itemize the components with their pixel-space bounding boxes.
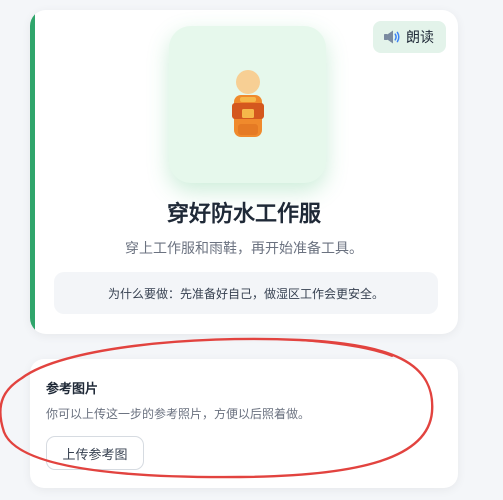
speaker-icon	[384, 30, 400, 44]
why-explanation: 为什么要做：先准备好自己，做湿区工作会更安全。	[54, 272, 438, 314]
page: 朗读 穿好防水工作服 穿上工作服和雨鞋，再开始准备工具。 为什么要做：先准备好自…	[0, 0, 503, 500]
why-text: 为什么要做：先准备好自己，做湿区工作会更安全。	[107, 286, 384, 301]
worker-icon	[231, 69, 264, 137]
read-aloud-label: 朗读	[406, 30, 434, 46]
step-illustration	[169, 26, 326, 183]
read-aloud-button[interactable]: 朗读	[373, 21, 446, 53]
reference-image-card: 参考图片 你可以上传这一步的参考照片，方便以后照着做。 上传参考图	[30, 359, 458, 488]
step-card: 朗读 穿好防水工作服 穿上工作服和雨鞋，再开始准备工具。 为什么要做：先准备好自…	[30, 10, 458, 334]
upload-reference-label: 上传参考图	[62, 447, 128, 463]
reference-title: 参考图片	[46, 382, 99, 397]
step-title: 穿好防水工作服	[166, 202, 321, 227]
step-accent-bar	[30, 10, 35, 334]
step-description: 穿上工作服和雨鞋，再开始准备工具。	[125, 241, 363, 257]
upload-reference-button[interactable]: 上传参考图	[46, 436, 144, 470]
reference-description: 你可以上传这一步的参考照片，方便以后照着做。	[46, 407, 311, 421]
